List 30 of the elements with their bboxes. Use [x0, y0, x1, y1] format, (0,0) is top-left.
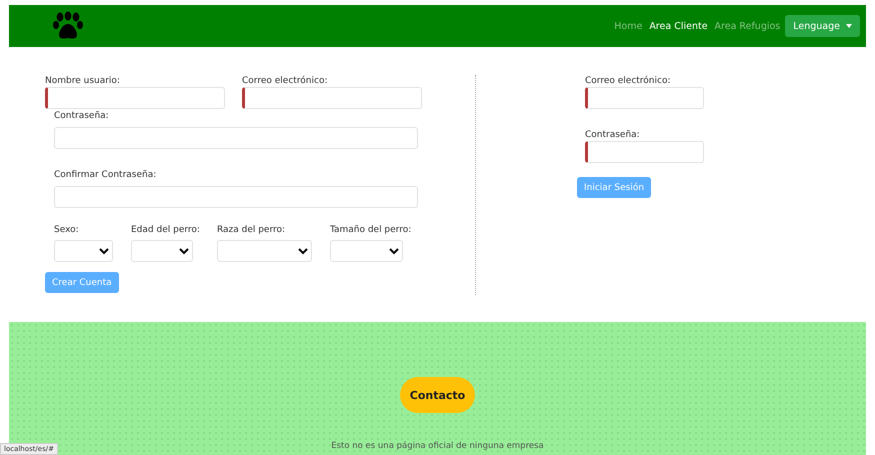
nav-link[interactable]: Home: [614, 20, 642, 32]
field-label: Confirmar Contraseña:: [54, 169, 158, 181]
paw-icon: [52, 11, 84, 41]
field-label: Correo electrónico:: [585, 75, 672, 87]
select-field[interactable]: [330, 240, 403, 262]
input-field[interactable]: [585, 141, 704, 163]
footer-note: Esto no es una página oficial de ninguna empresa: [331, 441, 544, 451]
contact-button[interactable]: Contacto: [400, 377, 476, 413]
nav-link[interactable]: Area Cliente: [649, 20, 708, 32]
field-label: Tamaño del perro:: [330, 224, 412, 236]
input-field[interactable]: [45, 87, 225, 109]
select-field[interactable]: [54, 240, 113, 262]
field-label: Contraseña:: [54, 110, 110, 122]
login-button[interactable]: Iniciar Sesión: [577, 177, 652, 198]
input-field[interactable]: [54, 127, 418, 149]
select-field[interactable]: [131, 240, 193, 262]
field-label: Correo electrónico:: [242, 75, 328, 87]
field-label: Raza del perro:: [216, 224, 286, 236]
nav-link[interactable]: Area Refugios: [714, 20, 780, 32]
input-field[interactable]: [585, 87, 704, 109]
caret-icon: [846, 24, 852, 28]
input-field[interactable]: [54, 186, 418, 208]
language-dropdown-button[interactable]: Lenguage: [785, 15, 860, 37]
field-label: Sexo:: [54, 224, 80, 236]
field-label: Edad del perro:: [131, 224, 200, 236]
field-label: Contraseña:: [585, 129, 641, 141]
input-field[interactable]: [242, 87, 422, 109]
create-account-button[interactable]: Crear Cuenta: [45, 272, 119, 293]
select-field[interactable]: [216, 240, 312, 262]
field-label: Nombre usuario:: [45, 75, 121, 87]
